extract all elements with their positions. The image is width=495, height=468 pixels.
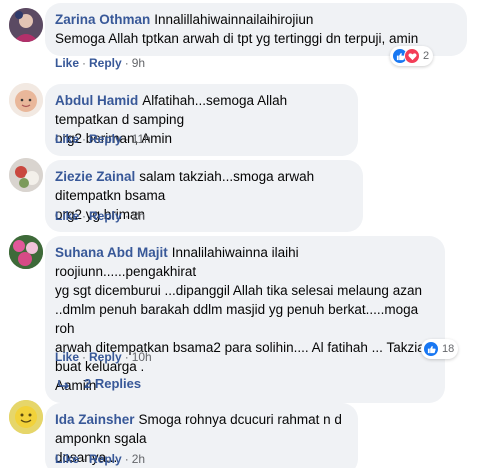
comment-actions: Like · Reply · 10h	[55, 350, 152, 364]
like-link[interactable]: Like	[55, 209, 79, 223]
comment-actions: Like · Reply · 2h	[55, 209, 146, 223]
love-reaction-icon	[404, 48, 420, 64]
reply-link[interactable]: Reply	[89, 56, 122, 70]
reaction-summary[interactable]: 2	[390, 46, 434, 66]
comment-timestamp[interactable]: 10h	[132, 350, 152, 364]
comment-text: Innalilahiwainna ilaihi roojiunn......pe…	[55, 245, 433, 393]
like-link[interactable]: Like	[55, 452, 79, 466]
avatar[interactable]	[9, 400, 43, 434]
avatar[interactable]	[9, 235, 43, 269]
comment-actions: Like · Reply · 11h	[55, 132, 151, 146]
comment-timestamp[interactable]: 11h	[132, 132, 151, 146]
reply-link[interactable]: Reply	[89, 350, 122, 364]
comment-author[interactable]: Zarina Othman	[55, 12, 150, 27]
comment-author[interactable]: Suhana Abd Majit	[55, 245, 168, 260]
comment-actions: Like · Reply · 2h	[55, 452, 146, 466]
view-replies-link[interactable]: 2 Replies	[58, 376, 141, 391]
avatar[interactable]	[9, 83, 43, 117]
like-link[interactable]: Like	[55, 56, 79, 70]
avatar[interactable]	[9, 8, 43, 42]
like-link[interactable]: Like	[55, 350, 79, 364]
comment-author[interactable]: Ida Zainsher	[55, 412, 135, 427]
comment-author[interactable]: Ziezie Zainal	[55, 169, 135, 184]
comment-timestamp[interactable]: 9h	[132, 56, 145, 70]
like-link[interactable]: Like	[55, 132, 79, 146]
comment-actions: Like · Reply · 9h	[55, 56, 146, 70]
reply-link[interactable]: Reply	[89, 132, 122, 146]
comment-timestamp[interactable]: 2h	[132, 452, 145, 466]
comment-timestamp[interactable]: 2h	[132, 209, 145, 223]
like-reaction-icon	[423, 341, 439, 357]
reaction-count: 18	[442, 343, 455, 355]
replies-count-label[interactable]: 2 Replies	[84, 376, 141, 391]
reply-link[interactable]: Reply	[89, 452, 122, 466]
reply-arrow-icon	[58, 379, 70, 389]
reaction-count: 2	[423, 50, 430, 62]
comment-author[interactable]: Abdul Hamid	[55, 93, 138, 108]
reply-link[interactable]: Reply	[89, 209, 122, 223]
avatar[interactable]	[9, 158, 43, 192]
reaction-summary[interactable]: 18	[421, 339, 459, 359]
